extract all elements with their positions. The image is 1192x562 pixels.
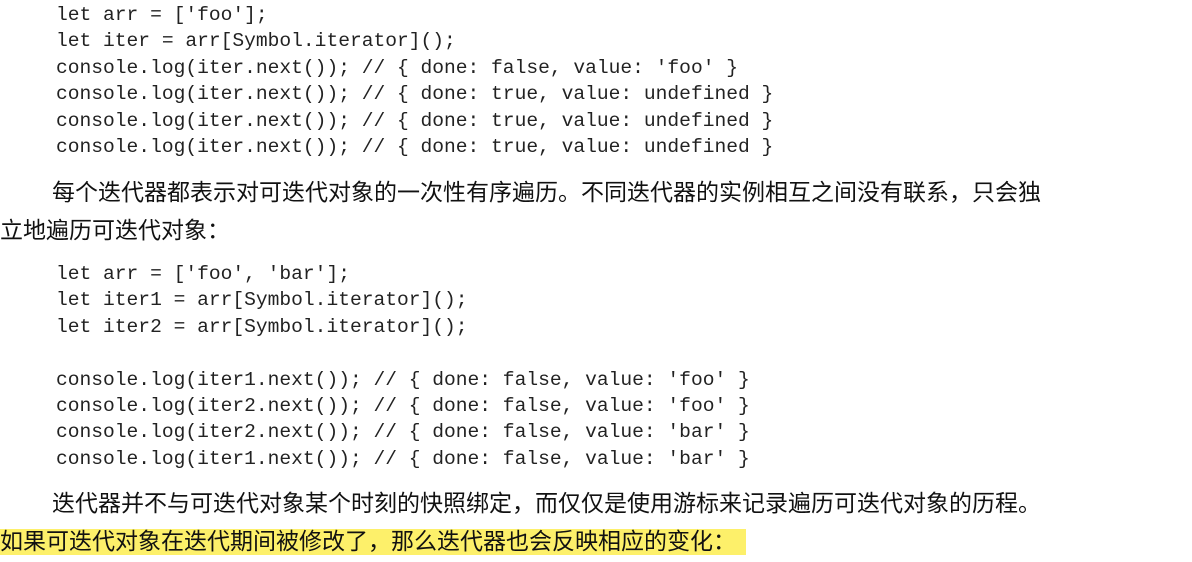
paragraph-independent-iterators: 每个迭代器都表示对可迭代对象的一次性有序遍历。不同迭代器的实例相互之间没有联系，…	[0, 174, 1192, 250]
code-line: console.log(iter.next()); // { done: fal…	[56, 56, 738, 79]
code-line: console.log(iter1.next()); // { done: fa…	[56, 368, 750, 391]
code-line: console.log(iter.next()); // { done: tru…	[56, 109, 774, 132]
code-block-single-iterator: let arr = ['foo']; let iter = arr[Symbol.…	[56, 2, 773, 160]
paragraph-line-highlighted: 如果可迭代对象在迭代期间被修改了，那么迭代器也会反映相应的变化：	[0, 523, 1192, 561]
code-line: let iter = arr[Symbol.iterator]();	[56, 30, 456, 53]
paragraph-line: 立地遍历可迭代对象：	[0, 218, 230, 244]
text-highlight: 如果可迭代对象在迭代期间被修改了，那么迭代器也会反映相应的变化：	[0, 529, 746, 555]
paragraph-line: 每个迭代器都表示对可迭代对象的一次性有序遍历。不同迭代器的实例相互之间没有联系，…	[52, 180, 1041, 206]
code-line: console.log(iter2.next()); // { done: fa…	[56, 394, 750, 417]
paragraph-iterator-snapshot: 迭代器并不与可迭代对象某个时刻的快照绑定，而仅仅是使用游标来记录遍历可迭代对象的…	[0, 485, 1192, 561]
code-block-two-iterators: let arr = ['foo', 'bar']; let iter1 = arr…	[56, 261, 750, 472]
code-line: console.log(iter.next()); // { done: tru…	[56, 83, 774, 106]
code-line: console.log(iter.next()); // { done: tru…	[56, 135, 774, 158]
code-line: console.log(iter1.next()); // { done: fa…	[56, 447, 750, 470]
code-line: let iter1 = arr[Symbol.iterator]();	[56, 289, 468, 312]
code-line: let arr = ['foo', 'bar'];	[56, 263, 350, 285]
code-line: let iter2 = arr[Symbol.iterator]();	[56, 315, 468, 338]
document-page: let arr = ['foo']; let iter = arr[Symbol.…	[0, 0, 1192, 562]
code-line: let arr = ['foo'];	[56, 4, 268, 26]
paragraph-line: 迭代器并不与可迭代对象某个时刻的快照绑定，而仅仅是使用游标来记录遍历可迭代对象的…	[52, 491, 1041, 517]
code-line: console.log(iter2.next()); // { done: fa…	[56, 421, 750, 444]
